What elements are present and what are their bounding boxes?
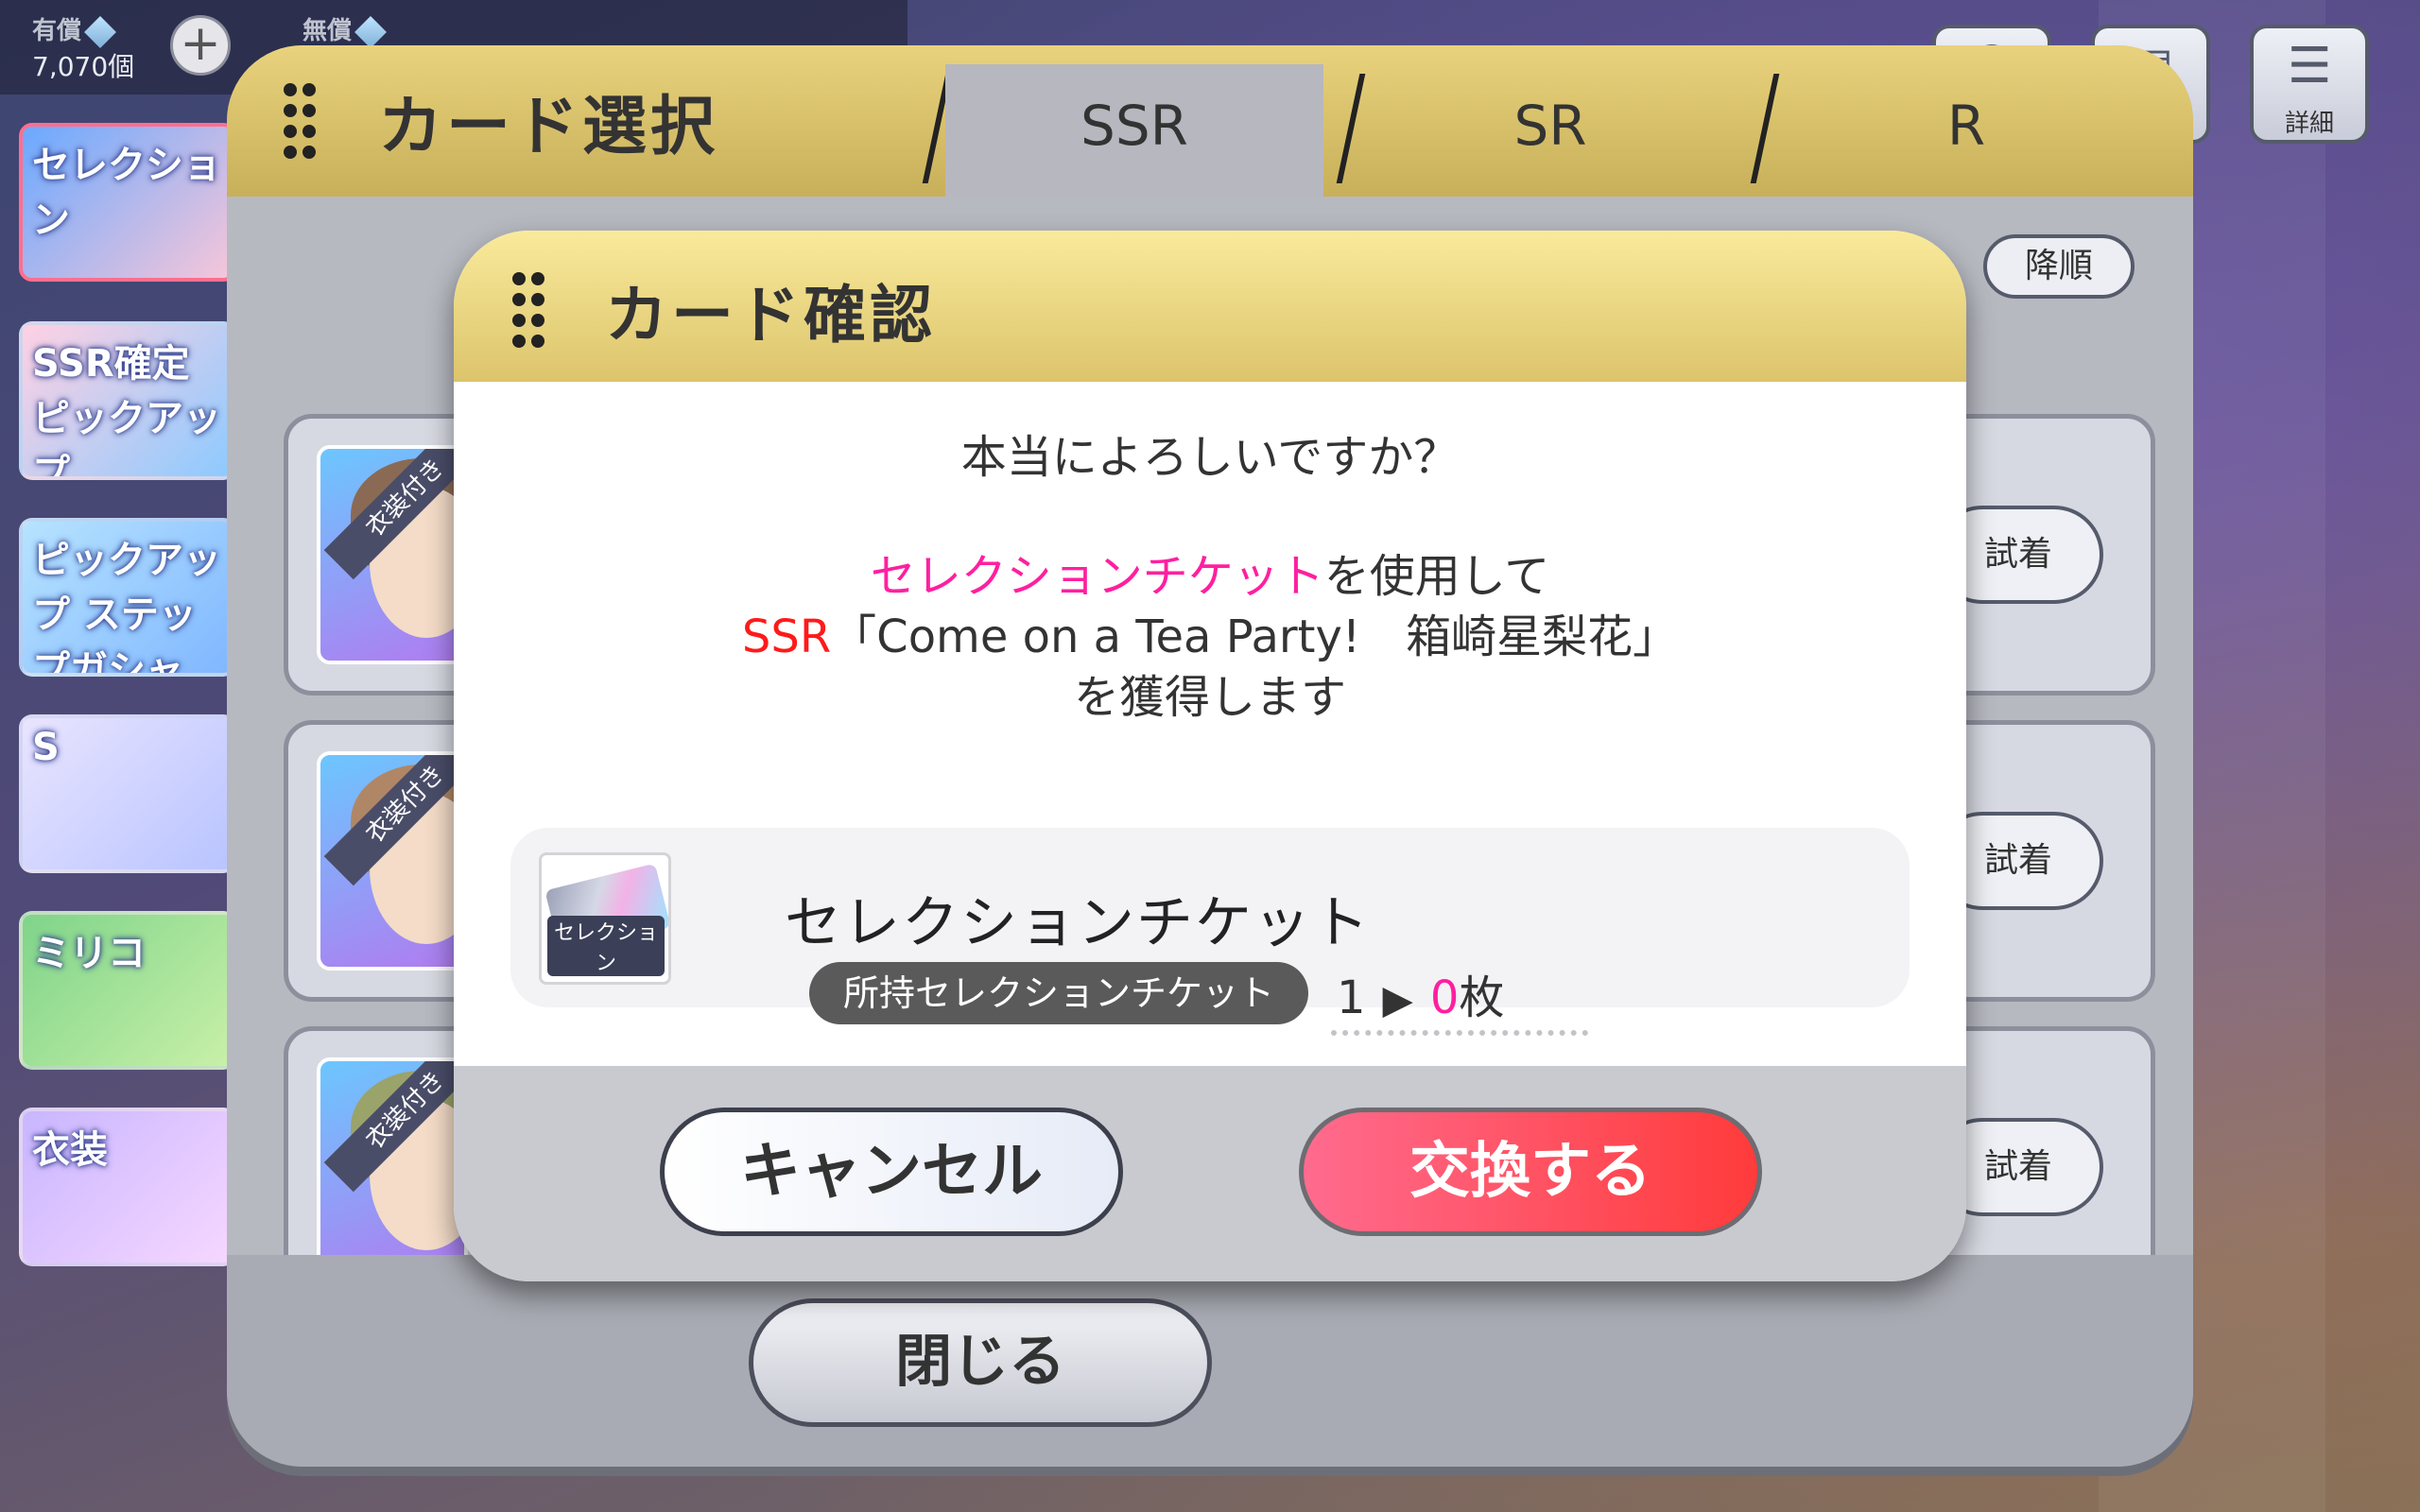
tab-divider: [1750, 74, 1780, 183]
dialog-header: カード確認: [454, 231, 1966, 382]
card-thumbnail[interactable]: 衣装付き: [317, 751, 468, 971]
banner-label: SSR確定 ピックアップ: [32, 342, 221, 480]
tab-ssr[interactable]: SSR: [945, 64, 1323, 197]
dialog-title: カード確認: [605, 279, 936, 352]
tab-r[interactable]: R: [1777, 64, 2155, 197]
card-thumbnail[interactable]: 衣装付き: [317, 1057, 468, 1277]
confirm-line-2: SSR「Come on a Tea Party! 箱崎星梨花」: [454, 599, 1966, 665]
ticket-icon-label: セレクション: [547, 916, 665, 976]
paid-currency: 有償 7,070個: [32, 11, 134, 84]
card-select-header: カード選択 SSR SR R: [227, 45, 2193, 197]
close-button[interactable]: 閉じる: [749, 1298, 1212, 1427]
owned-unit: 枚: [1459, 971, 1505, 1024]
add-currency-button[interactable]: +: [170, 15, 231, 76]
sort-order-button[interactable]: 降順: [1983, 234, 2135, 299]
banner-ssr-pickup[interactable]: SSR確定 ピックアップ: [19, 321, 236, 480]
cancel-button[interactable]: キャンセル: [660, 1108, 1123, 1236]
free-label: 無償: [302, 17, 353, 45]
confirm-line-1-rest: を使用して: [1323, 550, 1550, 603]
gem-icon: [84, 15, 116, 48]
grip-icon: [284, 83, 318, 159]
owned-before: 1: [1337, 971, 1366, 1024]
banner-selection[interactable]: セレクション: [19, 123, 236, 282]
detail-label: 詳細: [2284, 110, 2334, 138]
item-name: セレクションチケット: [785, 890, 1371, 956]
arrow-right-icon: ▶: [1382, 976, 1413, 1022]
free-currency: 無償: [302, 11, 387, 48]
banner-label: S: [32, 726, 60, 769]
owned-after: 0: [1429, 971, 1460, 1024]
owned-ticket-badge: 所持セレクションチケット: [809, 962, 1309, 1024]
ticket-name-highlight: セレクションチケット: [870, 550, 1324, 603]
banner-step-gacha[interactable]: ピックアップ ステップガシャ: [19, 518, 236, 677]
paid-label: 有償: [32, 17, 82, 45]
gem-icon: [354, 15, 387, 48]
rarity-label: SSR: [741, 610, 832, 663]
card-thumbnail[interactable]: 衣装付き: [317, 445, 468, 664]
confirm-line-1: セレクションチケットを使用して: [454, 539, 1966, 605]
list-search-icon: ☰: [2287, 38, 2332, 94]
card-confirm-dialog: カード確認 本当によろしいですか？ セレクションチケットを使用して SSR「Co…: [454, 231, 1966, 1281]
confirm-question: 本当によろしいですか？: [960, 431, 1460, 484]
card-name: 「Come on a Tea Party! 箱崎星梨花」: [831, 610, 1679, 663]
banner-milico[interactable]: ミリコ: [19, 911, 236, 1070]
paid-amount: 7,070個: [32, 51, 135, 82]
banner-label: セレクション: [32, 144, 221, 242]
dotted-underline: [1331, 1030, 1588, 1036]
owned-count: 1 ▶ 0枚: [1337, 960, 1504, 1026]
banner-label: ミリコ: [32, 932, 146, 975]
banner-label: 衣装: [32, 1128, 108, 1172]
grip-icon: [512, 272, 546, 348]
banner-idol[interactable]: S: [19, 714, 236, 873]
detail-button[interactable]: ☰ 詳細: [2250, 25, 2369, 144]
confirm-line-3: を獲得します: [1073, 671, 1346, 724]
banner-label: ピックアップ ステップガシャ: [32, 539, 221, 677]
selection-ticket-icon: セレクション: [539, 852, 671, 985]
banner-costume[interactable]: 衣装: [19, 1108, 236, 1266]
tab-sr[interactable]: SR: [1361, 64, 1739, 197]
card-select-title: カード選択: [378, 90, 719, 164]
exchange-button[interactable]: 交換する: [1299, 1108, 1762, 1236]
